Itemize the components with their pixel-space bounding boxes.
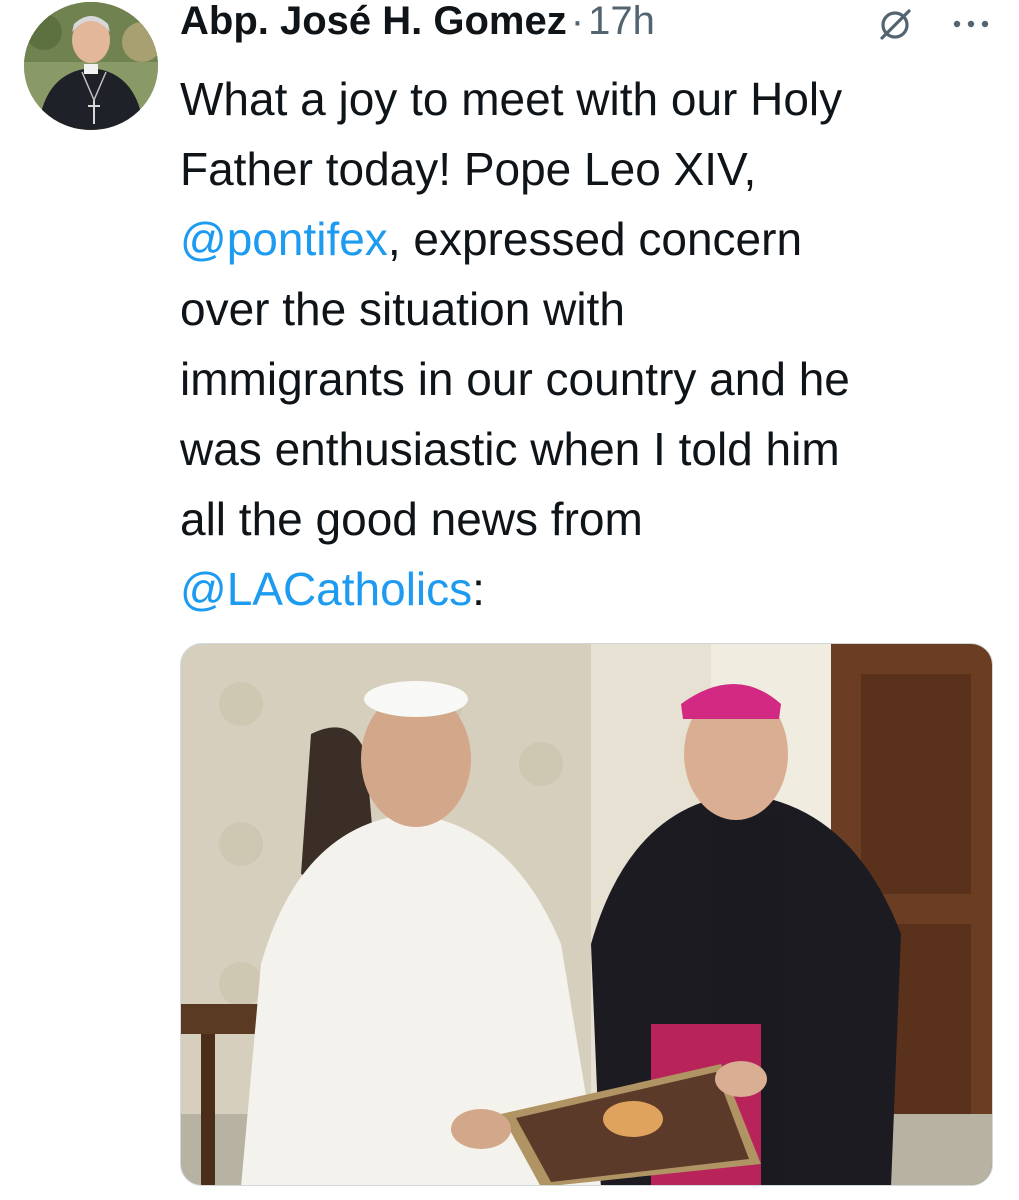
grok-slash-icon[interactable] bbox=[874, 4, 916, 46]
separator-dot: · bbox=[570, 0, 585, 43]
tweet-photo[interactable] bbox=[180, 643, 993, 1186]
text-part: : bbox=[472, 563, 485, 615]
text-part: What a joy to meet with our Holy Father … bbox=[180, 73, 843, 195]
author-name[interactable]: Abp. José H. Gomez bbox=[180, 0, 567, 44]
more-dots-icon[interactable] bbox=[946, 4, 996, 44]
author-avatar[interactable] bbox=[24, 2, 158, 130]
tweet-text: What a joy to meet with our Holy Father … bbox=[180, 64, 1000, 624]
mention-pontifex[interactable]: @pontifex bbox=[180, 213, 388, 265]
mention-lacatholics[interactable]: @LACatholics bbox=[180, 563, 472, 615]
timestamp[interactable]: 17h bbox=[588, 0, 655, 44]
